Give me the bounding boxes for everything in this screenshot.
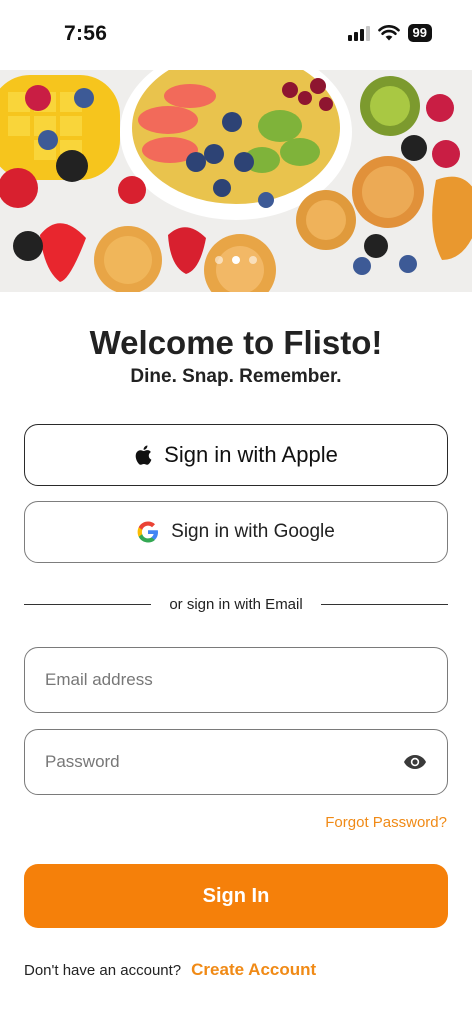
email-field[interactable] [24, 647, 448, 713]
sign-in-apple-button[interactable]: Sign in with Apple [24, 424, 448, 486]
pager-dot[interactable] [215, 256, 223, 264]
password-input[interactable] [45, 752, 403, 772]
google-logo-icon [137, 521, 159, 543]
page-title: Welcome to Flisto! [89, 324, 383, 361]
email-input[interactable] [45, 670, 427, 690]
eye-icon[interactable] [403, 749, 427, 775]
sign-in-apple-label: Sign in with Apple [164, 442, 338, 467]
pager-dot[interactable] [249, 256, 257, 264]
create-account-link[interactable]: Create Account [191, 960, 316, 980]
page-subtitle: Dine. Snap. Remember. [130, 366, 342, 387]
apple-logo-icon [135, 445, 152, 465]
status-time: 7:56 [64, 22, 108, 45]
wifi-icon [377, 25, 400, 41]
sign-in-label: Sign In [202, 884, 270, 907]
divider-line-left [24, 604, 152, 605]
signup-prompt: Don't have an account? [24, 962, 182, 979]
divider-text: or sign in with Email [169, 596, 303, 613]
password-field[interactable] [24, 729, 448, 795]
email-divider: or sign in with Email [24, 596, 449, 613]
signal-icon [347, 25, 370, 41]
forgot-password-link[interactable]: Forgot Password? [325, 814, 447, 831]
status-icons: 99 [347, 24, 432, 42]
sign-in-google-button[interactable]: Sign in with Google [24, 501, 448, 563]
sign-in-button[interactable]: Sign In [24, 864, 448, 928]
status-bar: 7:56 99 [0, 0, 472, 70]
sign-in-google-label: Sign in with Google [171, 521, 335, 542]
battery-icon: 99 [407, 24, 432, 42]
divider-line-right [320, 604, 449, 605]
pager-dot-active[interactable] [232, 256, 240, 264]
carousel-pager[interactable] [0, 256, 472, 264]
signup-footer: Don't have an account? Create Account [24, 960, 316, 980]
